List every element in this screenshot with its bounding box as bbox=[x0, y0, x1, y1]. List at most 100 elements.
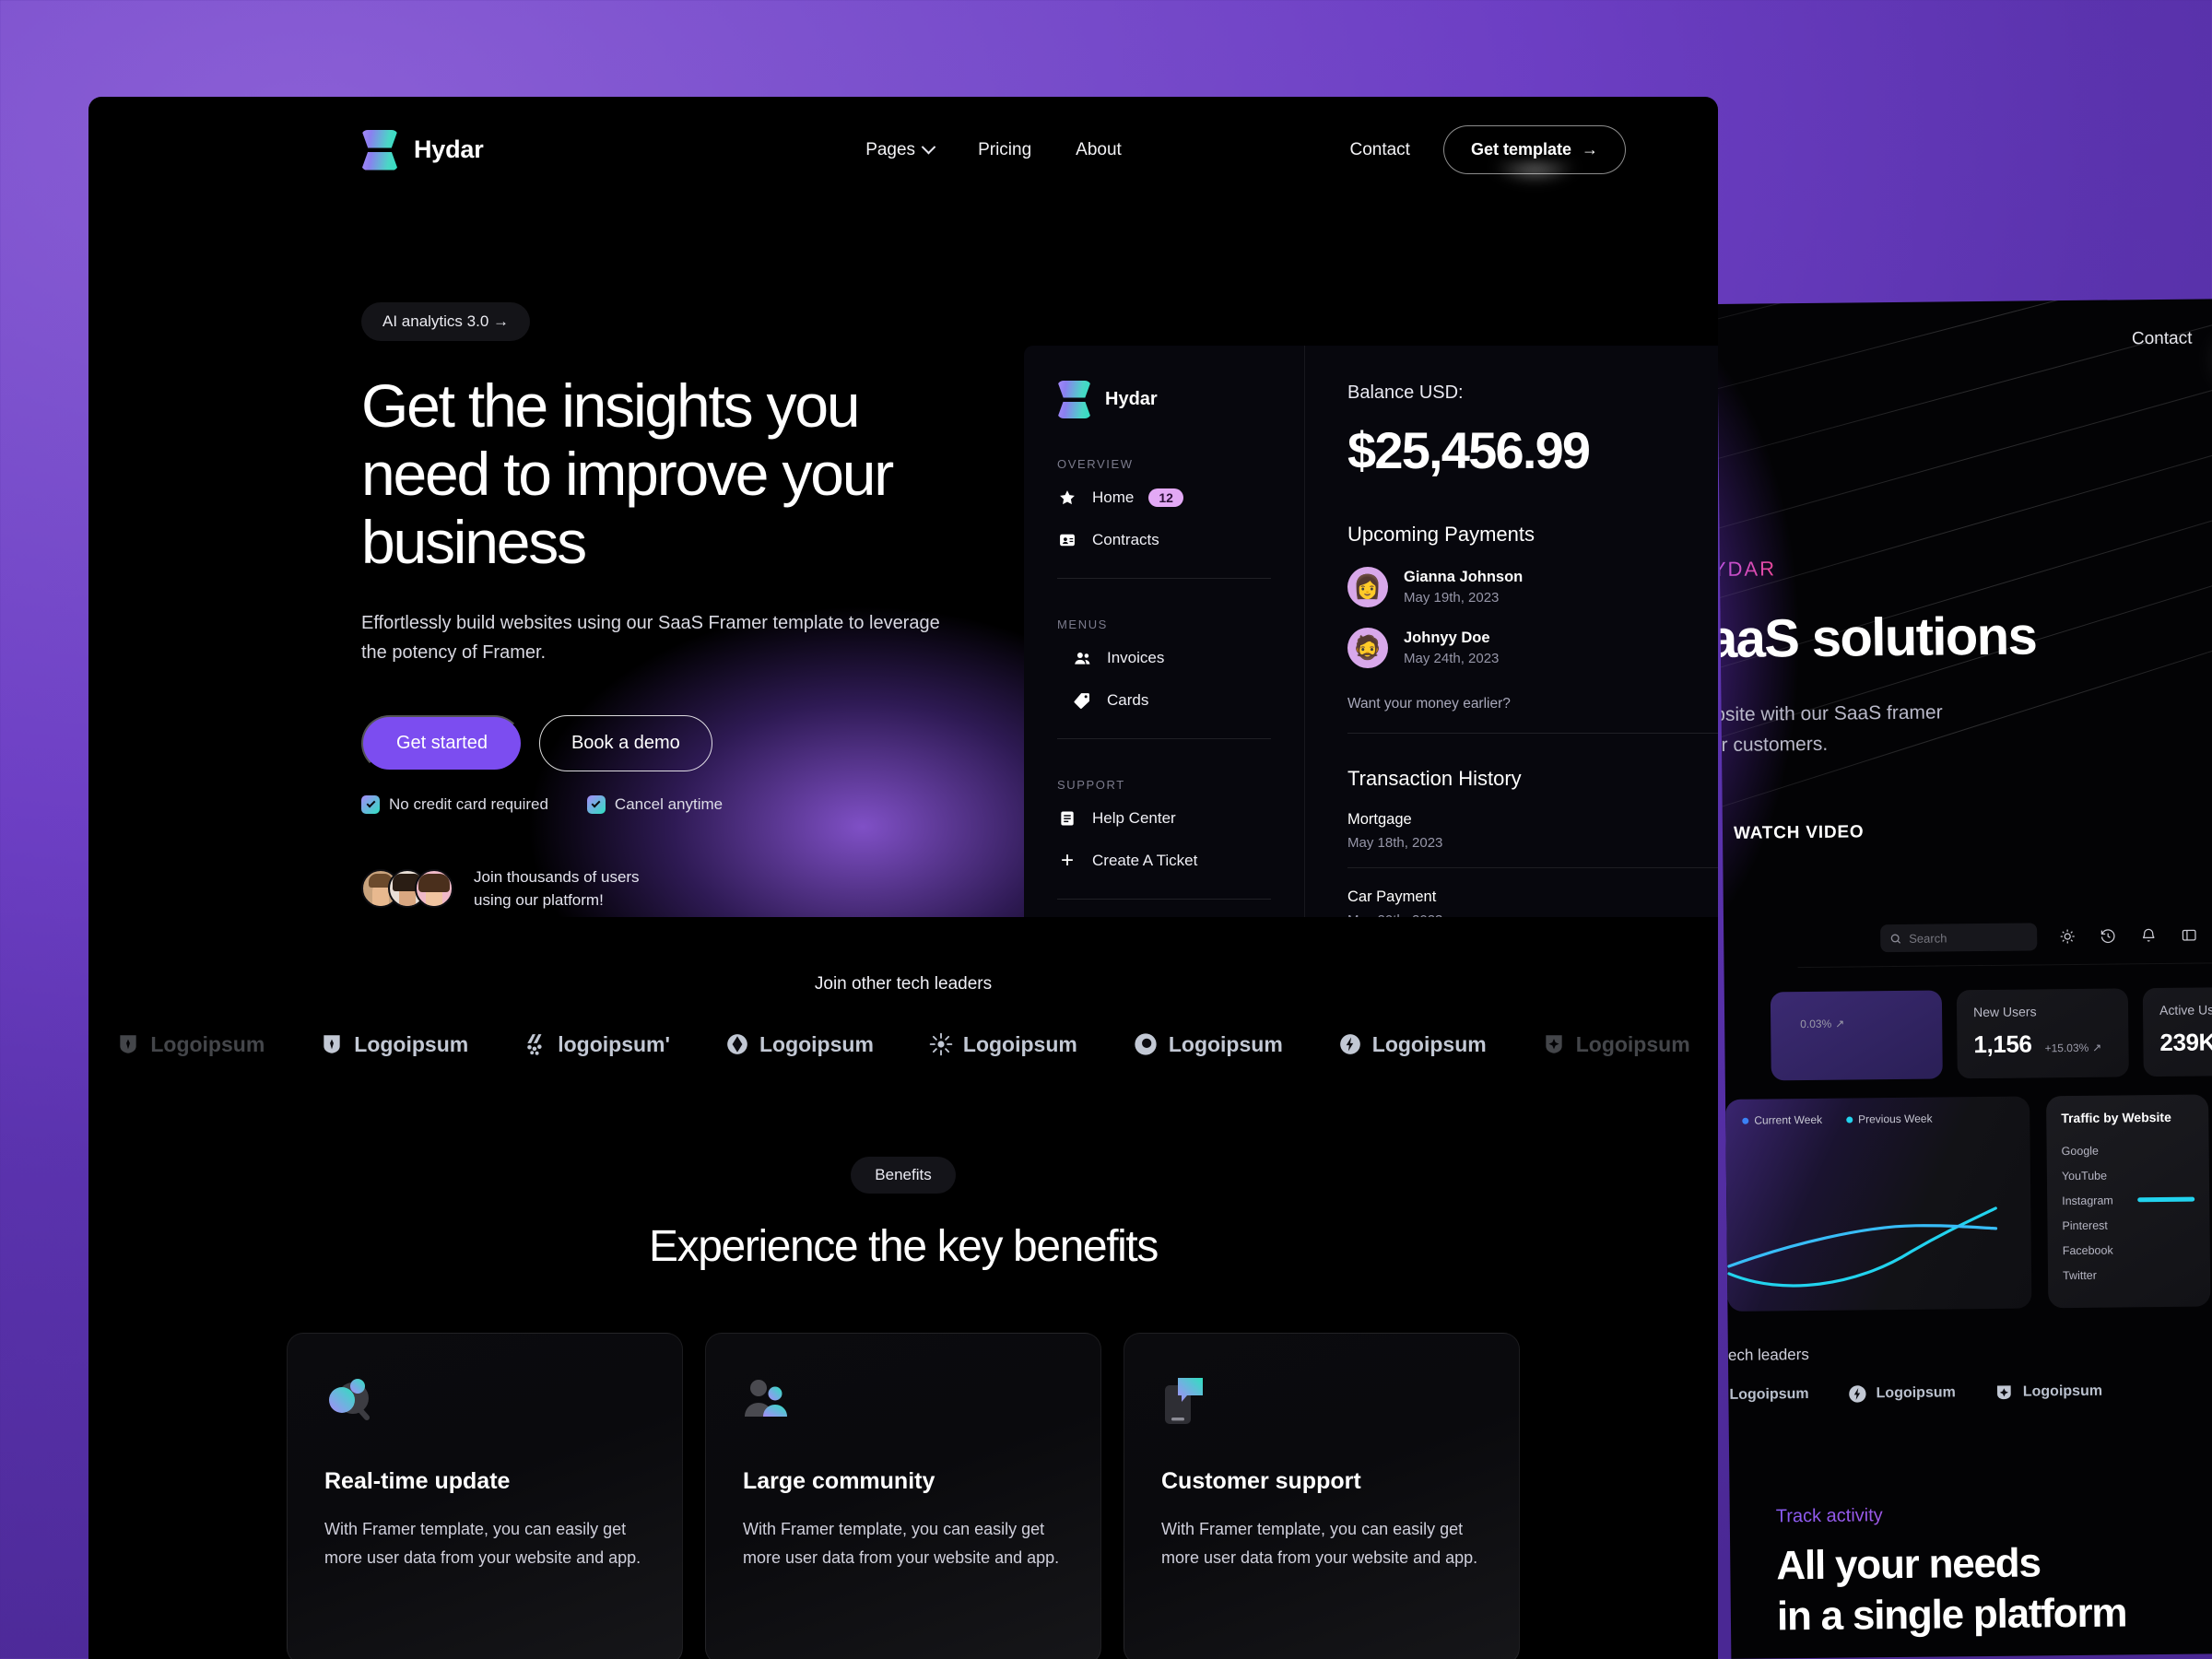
logos-row: Logoipsum Logoipsum logoipsum' Logoipsum… bbox=[88, 1031, 1718, 1057]
background-stat-title bbox=[1787, 1006, 1925, 1007]
header-actions: Contact Get template → bbox=[1349, 125, 1626, 174]
hero-announcement-pill[interactable]: AI analytics 3.0 → bbox=[361, 302, 531, 341]
logos-section-title: Join other tech leaders bbox=[814, 974, 993, 994]
background-traffic-label: YouTube bbox=[2061, 1169, 2108, 1182]
sidebar-item-help-center[interactable]: Help Center bbox=[1057, 797, 1271, 840]
sidebar-item-create-ticket[interactable]: + Create A Ticket bbox=[1057, 840, 1271, 882]
background-chart-lines bbox=[1727, 1206, 1998, 1288]
history-icon[interactable] bbox=[2098, 925, 2118, 946]
background-watch-video-label: WATCH VIDEO bbox=[1733, 822, 1865, 843]
spheres-icon bbox=[324, 1374, 376, 1426]
background-search-input[interactable]: Search bbox=[1880, 923, 2038, 953]
brand-logo[interactable]: Hydar bbox=[361, 129, 484, 171]
ring-logo-icon bbox=[1135, 1033, 1157, 1055]
benefits-section: Benefits Experience the key benefits Rea… bbox=[88, 1057, 1718, 1659]
benefit-cards: Real-time update With Framer template, y… bbox=[88, 1333, 1718, 1659]
withdraw-early-row: Want your money earlier? Withdraw early. bbox=[1347, 696, 1718, 734]
nav-item-pages[interactable]: Pages bbox=[865, 139, 936, 160]
book-a-demo-button[interactable]: Book a demo bbox=[538, 714, 712, 771]
background-nav-contact[interactable]: Contact bbox=[2132, 329, 2193, 350]
sun-icon[interactable] bbox=[2057, 926, 2077, 947]
background-eyebrow: HYDAR bbox=[1717, 557, 1776, 582]
background-stat-card: New Users 1,156 +15.03% ↗ bbox=[1956, 988, 2129, 1079]
nav-item-about[interactable]: About bbox=[1076, 140, 1122, 160]
social-proof: Join thousands of users using our platfo… bbox=[361, 865, 752, 912]
site-header: Hydar Pages Pricing About Contact Get te… bbox=[88, 97, 1718, 203]
nav-item-contact[interactable]: Contact bbox=[1349, 140, 1409, 160]
users-icon bbox=[1072, 648, 1092, 668]
transaction-history-title: Transaction History bbox=[1347, 767, 1522, 790]
background-traffic-label: Twitter bbox=[2062, 1268, 2097, 1282]
benefit-card-body: With Framer template, you can easily get… bbox=[743, 1520, 1060, 1567]
panel-icon[interactable] bbox=[2179, 925, 2199, 946]
check-badge-icon bbox=[361, 794, 380, 814]
page-title: Get the insights you need to improve you… bbox=[361, 371, 894, 576]
check-badge-icon bbox=[586, 794, 606, 814]
background-lower-panels: Current Week Previous Week Traffic by We… bbox=[1717, 1075, 2212, 1312]
slashes-logo-icon bbox=[527, 1034, 542, 1055]
hero-cta-row: Get started Book a demo bbox=[361, 714, 752, 771]
bell-icon[interactable] bbox=[2138, 925, 2159, 946]
sidebar-item-cards[interactable]: Cards bbox=[1057, 679, 1271, 722]
people-icon bbox=[743, 1374, 794, 1426]
get-started-button[interactable]: Get started bbox=[361, 714, 523, 771]
benefit-card[interactable]: Customer support With Framer template, y… bbox=[1124, 1333, 1520, 1659]
social-proof-line1: Join thousands of users bbox=[474, 867, 640, 886]
sidebar-divider bbox=[1057, 738, 1271, 739]
background-traffic-row: Google bbox=[2061, 1137, 2194, 1164]
sidebar-item-invoices-label: Invoices bbox=[1107, 649, 1165, 666]
nav-item-pricing[interactable]: Pricing bbox=[978, 140, 1031, 160]
sidebar-item-home[interactable]: Home 12 bbox=[1057, 477, 1271, 519]
legend-current-week: Current Week bbox=[1742, 1113, 1822, 1127]
background-traffic-label: Pinterest bbox=[2062, 1218, 2108, 1232]
background-track-title-line1: All your needs bbox=[1776, 1540, 2041, 1589]
balance-label: Balance USD: bbox=[1347, 382, 1464, 403]
hydar-logo-icon bbox=[1057, 381, 1091, 418]
legend-previous-week: Previous Week bbox=[1846, 1112, 1933, 1126]
background-toolbar: Search bbox=[1717, 906, 2212, 969]
balance-amount: $25,456.99 bbox=[1347, 421, 1591, 479]
background-nav: ng About Ov Contact Get template → bbox=[1717, 298, 2212, 406]
logo-item: Logoipsum bbox=[725, 1032, 874, 1057]
trend-up-icon: ↗ bbox=[1835, 1017, 1845, 1030]
upcoming-payments-title: Upcoming Payments bbox=[1347, 523, 1535, 546]
background-traffic-row: Twitter bbox=[2063, 1262, 2195, 1288]
benefit-card[interactable]: Real-time update With Framer template, y… bbox=[287, 1333, 683, 1659]
payment-row[interactable]: 👩 Gianna Johnson May 19th, 2023 +$2,500.… bbox=[1347, 567, 1718, 607]
shield-spark-logo-icon bbox=[1546, 1035, 1562, 1053]
payment-row[interactable]: 🧔 Johnyy Doe May 24th, 2023 +$1,000.00 D… bbox=[1347, 628, 1718, 668]
background-subtitle: sly create website with our SaaS framer … bbox=[1717, 696, 2118, 761]
benefits-pill: Benefits bbox=[851, 1157, 956, 1194]
brand-name: Hydar bbox=[414, 135, 484, 163]
background-stat-delta: +15.03% ↗ bbox=[2044, 1041, 2101, 1055]
nav-item-pages-label: Pages bbox=[865, 139, 916, 159]
assurance-no-credit-card: No credit card required bbox=[361, 794, 548, 814]
background-search-placeholder: Search bbox=[1909, 930, 1947, 946]
background-watch-video-button[interactable]: WATCH VIDEO bbox=[1717, 811, 1865, 856]
sidebar-section-label-overview: OVERVIEW bbox=[1057, 457, 1134, 471]
sidebar-item-contracts-label: Contracts bbox=[1092, 531, 1159, 548]
background-track-activity: Track activity All your needs in a singl… bbox=[1717, 1399, 2212, 1643]
phone-chat-icon bbox=[1161, 1374, 1213, 1426]
sidebar-item-contracts[interactable]: Contracts bbox=[1057, 519, 1271, 561]
sidebar-item-invoices[interactable]: Invoices bbox=[1057, 637, 1271, 679]
background-traffic-row: YouTube bbox=[2062, 1162, 2194, 1189]
transaction-row[interactable]: Mortgage May 18th, 2023 bbox=[1347, 791, 1718, 868]
shield-logo-icon bbox=[324, 1035, 340, 1053]
benefit-card-body: With Framer template, you can easily get… bbox=[324, 1520, 641, 1567]
get-template-button[interactable]: Get template → bbox=[1442, 125, 1626, 174]
contact-card-icon bbox=[1057, 530, 1077, 550]
benefit-card[interactable]: Large community With Framer template, yo… bbox=[705, 1333, 1101, 1659]
background-dashboard: Search 0.03% ↗ New Users 1,156 +15.03% ↗… bbox=[1717, 906, 2212, 1643]
man-emoji-avatar: 🧔 bbox=[1347, 628, 1388, 668]
logo-item: Logoipsum bbox=[116, 1032, 265, 1057]
transaction-name: Mortgage bbox=[1347, 811, 1412, 828]
background-track-title-line2: in a single platform bbox=[1776, 1590, 2127, 1640]
background-headline: ge SaaS solutions bbox=[1717, 606, 2037, 670]
background-traffic-panel: Traffic by Website Google YouTube Instagra… bbox=[2046, 1094, 2211, 1309]
logo-item: Logoipsum bbox=[929, 1032, 1077, 1057]
transaction-name: Car Payment bbox=[1347, 888, 1437, 905]
avatar-group bbox=[361, 869, 453, 909]
background-subtitle-line2: ebsites to your customers. bbox=[1717, 733, 1829, 757]
get-template-label: Get template bbox=[1470, 140, 1571, 159]
